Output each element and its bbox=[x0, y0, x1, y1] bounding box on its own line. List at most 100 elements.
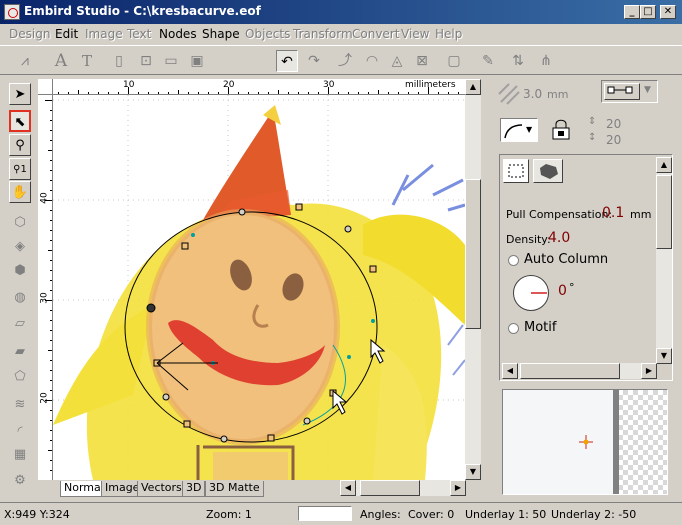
text-effect-icon[interactable]: T bbox=[76, 50, 98, 72]
pull-compensation-value[interactable]: 0.1 bbox=[602, 205, 624, 221]
density-label: Density: bbox=[506, 233, 551, 246]
select-arrow-icon[interactable]: ➤ bbox=[9, 83, 31, 105]
angle-dial[interactable] bbox=[513, 275, 549, 311]
redo-icon[interactable]: ↷ bbox=[303, 50, 325, 72]
menu-transform[interactable]: Transform bbox=[293, 27, 353, 41]
scroll-left-button[interactable]: ◀ bbox=[502, 363, 518, 379]
column-fill-icon[interactable] bbox=[503, 159, 529, 183]
sewing-icon[interactable]: ▢ bbox=[443, 50, 465, 72]
tab-3d-matte[interactable]: 3D Matte bbox=[205, 481, 264, 497]
stitch-type-dropdown[interactable]: ▼ bbox=[601, 80, 658, 103]
curve-type-dropdown[interactable]: ▼ bbox=[500, 118, 538, 142]
scroll-right-button[interactable]: ▶ bbox=[641, 363, 657, 379]
scroll-up-button[interactable]: ▲ bbox=[656, 157, 672, 173]
shape-tool-2-icon[interactable]: ◈ bbox=[9, 236, 31, 258]
design-canvas[interactable] bbox=[53, 95, 465, 480]
menu-shape[interactable]: Shape bbox=[202, 27, 240, 41]
zoom-1to1-icon[interactable]: ⚲1 bbox=[9, 158, 31, 180]
scroll-down-button[interactable]: ▼ bbox=[656, 348, 672, 364]
menu-nodes[interactable]: Nodes bbox=[159, 27, 197, 41]
cover-value: Cover: 0 bbox=[408, 508, 455, 521]
toolbar: ⩘ A T ▯ ⊡ ▭ ▣ ↶ ↷ ⤴ ◠ ◬ ⊠ ▢ ✎ ⇅ ⋔ bbox=[0, 45, 682, 75]
shape-tool-7-icon[interactable]: ⬠ bbox=[9, 366, 31, 388]
undo-icon[interactable]: ↶ bbox=[276, 50, 298, 72]
status-bar: X:949 Y:324 Zoom: 1 Angles: Cover: 0 Und… bbox=[0, 502, 682, 525]
curve-icon[interactable]: ⤴ bbox=[334, 50, 356, 72]
maximize-button[interactable]: □ bbox=[640, 5, 656, 19]
shape-tool-6-icon[interactable]: ▰ bbox=[9, 341, 31, 363]
shape-tool-3-icon[interactable]: ⬢ bbox=[9, 260, 31, 282]
menu-design[interactable]: Design bbox=[9, 27, 50, 41]
app-icon[interactable] bbox=[4, 4, 20, 20]
lock-icon[interactable] bbox=[549, 117, 573, 143]
needle-icon[interactable]: ✎ bbox=[477, 50, 499, 72]
menu-edit[interactable]: Edit bbox=[55, 27, 78, 41]
shape-tool-5-icon[interactable]: ▱ bbox=[9, 313, 31, 335]
scroll-left-button[interactable]: ◀ bbox=[340, 480, 356, 496]
gauge-icon[interactable]: ◠ bbox=[361, 50, 383, 72]
stitch-icon[interactable]: ⋔ bbox=[535, 50, 557, 72]
open-file-icon[interactable]: ⊡ bbox=[135, 50, 157, 72]
menu-convert[interactable]: Convert bbox=[352, 27, 399, 41]
angles-label: Angles: bbox=[360, 508, 401, 521]
properties-horizontal-scrollbar[interactable]: ◀ ▶ bbox=[502, 363, 657, 379]
complex-fill-icon[interactable] bbox=[533, 159, 563, 183]
title-bar: Embird Studio - C:\kresbacurve.eof _ □ ✕ bbox=[0, 0, 682, 24]
menu-text[interactable]: Text bbox=[127, 27, 151, 41]
design-preview[interactable] bbox=[502, 389, 668, 495]
horizontal-scroll-thumb[interactable] bbox=[360, 480, 420, 496]
properties-scroll-thumb[interactable] bbox=[656, 175, 672, 249]
motif-radio[interactable] bbox=[508, 323, 519, 334]
reshape-icon[interactable]: ◬ bbox=[386, 50, 408, 72]
menu-objects[interactable]: Objects bbox=[245, 27, 290, 41]
fill-pattern-icon[interactable]: ▦ bbox=[9, 444, 31, 466]
spacing-value: 3.0 bbox=[523, 87, 543, 101]
shape-tool-4-icon[interactable]: ◍ bbox=[9, 287, 31, 309]
frame-icon[interactable]: ⇅ bbox=[507, 50, 529, 72]
underlay1-value: Underlay 1: 50 bbox=[465, 508, 547, 521]
auto-column-radio[interactable] bbox=[508, 255, 519, 266]
menu-help[interactable]: Help bbox=[435, 27, 462, 41]
minimize-button[interactable]: _ bbox=[624, 5, 640, 19]
menu-image[interactable]: Image bbox=[85, 27, 123, 41]
properties-h-scroll-thumb[interactable] bbox=[520, 363, 620, 379]
spin-top-icon: ⇕ bbox=[588, 116, 597, 127]
menu-view[interactable]: View bbox=[401, 27, 429, 41]
new-file-icon[interactable]: ▯ bbox=[108, 50, 130, 72]
vertical-scroll-thumb[interactable] bbox=[465, 179, 481, 329]
close-button[interactable]: ✕ bbox=[660, 5, 676, 19]
chevron-down-icon[interactable]: ▼ bbox=[644, 85, 651, 95]
scroll-right-button[interactable]: ▶ bbox=[450, 480, 466, 496]
node-edit-tool-icon[interactable]: ⬉ bbox=[9, 110, 31, 132]
pan-hand-icon[interactable]: ✋ bbox=[9, 181, 31, 203]
menu-bar: Design Edit Image Text Nodes Shape Objec… bbox=[0, 24, 682, 44]
v-ruler-ticks bbox=[45, 100, 52, 471]
pull-compensation-label: Pull Compensation: bbox=[506, 208, 613, 221]
tab-vectors[interactable]: Vectors bbox=[137, 481, 186, 497]
open-folder-icon[interactable]: ▭ bbox=[160, 50, 182, 72]
h-ruler-ticks bbox=[58, 87, 459, 94]
tab-3d[interactable]: 3D bbox=[182, 481, 206, 497]
density-value[interactable]: 4.0 bbox=[548, 230, 570, 246]
zigzag-icon[interactable]: ⩘ bbox=[14, 50, 36, 72]
properties-panel: Pull Compensation: 0.1 mm Density: 4.0 A… bbox=[499, 154, 673, 381]
zoom-icon[interactable]: ⚲ bbox=[9, 134, 31, 156]
node-icon[interactable]: ⊠ bbox=[411, 50, 433, 72]
arc-tool-icon[interactable]: ◜ bbox=[9, 421, 31, 443]
scroll-down-button[interactable]: ▼ bbox=[465, 464, 481, 480]
save-icon[interactable]: ▣ bbox=[186, 50, 208, 72]
shape-tool-1-icon[interactable]: ⬡ bbox=[9, 212, 31, 234]
auto-column-label: Auto Column bbox=[524, 252, 609, 267]
chevron-down-icon[interactable]: ▼ bbox=[526, 125, 532, 134]
text-A-icon[interactable]: A bbox=[50, 50, 72, 72]
settings-gear-icon[interactable]: ⚙ bbox=[9, 470, 31, 492]
properties-vertical-scrollbar[interactable]: ▲ ▼ bbox=[656, 157, 672, 364]
spacing-unit: mm bbox=[547, 88, 569, 101]
scroll-up-button[interactable]: ▲ bbox=[465, 79, 481, 95]
canvas-vertical-scrollbar[interactable]: ▲ ▼ bbox=[465, 79, 481, 480]
stitch-type-preview-icon bbox=[604, 83, 640, 100]
vertical-ruler: 40 30 20 bbox=[38, 95, 53, 480]
ruler-corner bbox=[38, 79, 53, 95]
zigzag-tool-icon[interactable]: ≋ bbox=[9, 394, 31, 416]
canvas-horizontal-scrollbar[interactable]: ◀ ▶ bbox=[340, 480, 466, 496]
